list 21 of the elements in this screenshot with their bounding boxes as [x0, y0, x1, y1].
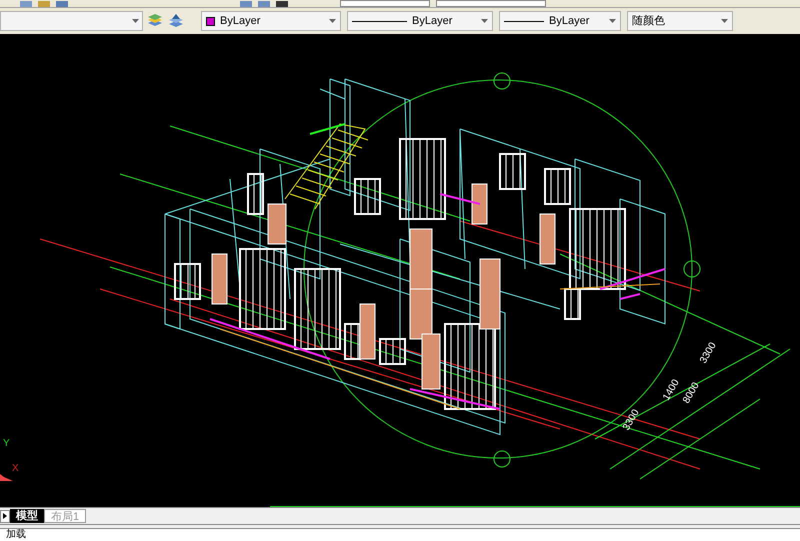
ucs-y-label: Y [3, 438, 10, 449]
caret-icon [132, 19, 139, 23]
caret-icon [481, 19, 488, 23]
color-dropdown[interactable]: ByLayer [201, 11, 341, 31]
caret-icon [329, 19, 336, 23]
plotstyle-dropdown[interactable]: 随颜色 [627, 11, 733, 31]
ucs-x-label: X [12, 463, 19, 474]
caret-icon [721, 19, 728, 23]
toolbar-field[interactable] [340, 0, 430, 7]
caret-icon [609, 19, 616, 23]
play-icon [3, 513, 7, 519]
linetype-dropdown[interactable]: ByLayer [347, 11, 493, 31]
layer-stack-icon[interactable] [146, 13, 164, 29]
layer-dropdown[interactable] [0, 11, 143, 31]
layer-stack-icon[interactable] [167, 13, 185, 29]
toolbar-field[interactable] [436, 0, 546, 7]
ucs-arrow-icon [0, 474, 13, 481]
command-line-text: 加载 [5, 529, 26, 540]
lineweight-dropdown[interactable]: ByLayer [499, 11, 621, 31]
tab-scroll-button[interactable] [0, 510, 10, 522]
layout-tab[interactable]: 模型 [10, 509, 44, 523]
